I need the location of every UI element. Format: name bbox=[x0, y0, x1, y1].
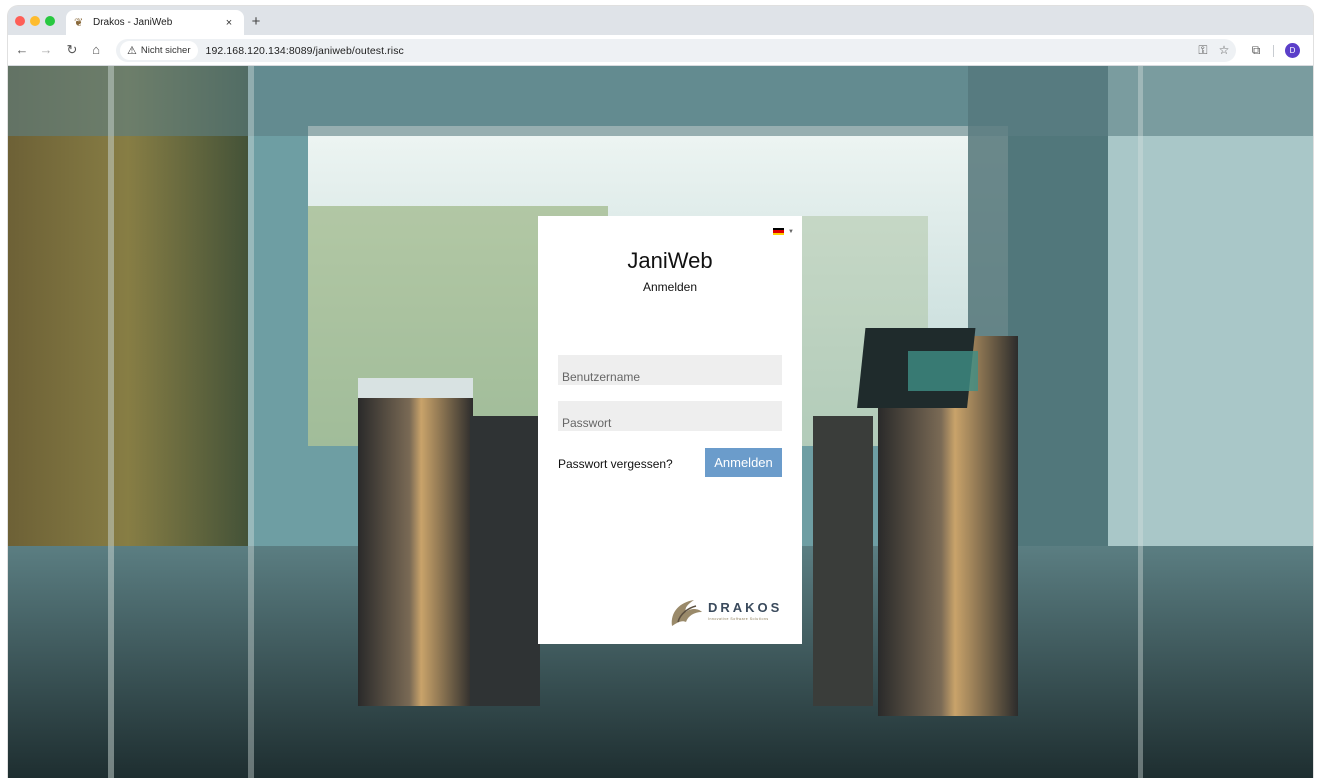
toolbar-divider bbox=[1273, 45, 1274, 57]
drakos-favicon-icon: ❦ bbox=[74, 16, 84, 29]
close-window-button[interactable] bbox=[15, 16, 25, 26]
security-chip[interactable]: ⚠ Nicht sicher bbox=[120, 41, 198, 60]
chevron-down-icon: ▼ bbox=[788, 228, 794, 235]
login-card: ▼ JaniWeb Anmelden Passwort vergessen? A… bbox=[538, 216, 802, 644]
tab-title: Drakos - JaniWeb bbox=[93, 17, 173, 28]
forward-icon[interactable]: → bbox=[38, 43, 54, 57]
browser-toolbar: ← → ↻ ⌂ ⚠ Nicht sicher 192.168.120.134:8… bbox=[8, 35, 1313, 66]
app-title: JaniWeb bbox=[627, 248, 713, 273]
drakos-logo: DRAKOS Innovative Software Solutions bbox=[666, 592, 794, 632]
brand-tagline: Innovative Software Solutions bbox=[708, 617, 769, 621]
password-field[interactable] bbox=[558, 401, 782, 431]
forgot-password-link[interactable]: Passwort vergessen? bbox=[558, 457, 673, 471]
login-button[interactable]: Anmelden bbox=[705, 448, 782, 477]
profile-avatar[interactable]: D bbox=[1285, 43, 1300, 58]
tab-close-icon[interactable]: × bbox=[222, 17, 236, 29]
home-icon[interactable]: ⌂ bbox=[88, 43, 104, 57]
key-icon[interactable]: ⚿ bbox=[1195, 43, 1211, 57]
username-field[interactable] bbox=[558, 355, 782, 385]
minimize-window-button[interactable] bbox=[30, 16, 40, 26]
brand-name: DRAKOS bbox=[708, 600, 783, 615]
browser-tab[interactable]: ❦ Drakos - JaniWeb × bbox=[66, 10, 244, 35]
security-label: Nicht sicher bbox=[140, 45, 191, 56]
language-selector[interactable]: ▼ bbox=[773, 228, 794, 235]
login-subtitle: Anmelden bbox=[642, 280, 698, 294]
browser-window: ❦ Drakos - JaniWeb × + ← → ↻ ⌂ ⚠ Nicht s… bbox=[8, 6, 1313, 778]
dragon-logo-icon bbox=[671, 600, 702, 626]
reload-icon[interactable]: ↻ bbox=[64, 43, 80, 57]
german-flag-icon bbox=[773, 228, 785, 235]
maximize-window-button[interactable] bbox=[45, 16, 55, 26]
warning-icon: ⚠ bbox=[127, 45, 137, 57]
new-tab-button[interactable]: + bbox=[248, 13, 264, 30]
back-icon[interactable]: ← bbox=[14, 43, 30, 57]
address-bar[interactable]: ⚠ Nicht sicher 192.168.120.134:8089/jani… bbox=[116, 39, 1236, 62]
tab-strip: ❦ Drakos - JaniWeb × + bbox=[8, 6, 1313, 35]
star-icon[interactable]: ☆ bbox=[1216, 43, 1232, 57]
page-viewport: ▼ JaniWeb Anmelden Passwort vergessen? A… bbox=[8, 66, 1313, 778]
extensions-icon[interactable]: ⧉ bbox=[1248, 43, 1264, 57]
url-text[interactable]: 192.168.120.134:8089/janiweb/outest.risc bbox=[206, 45, 404, 57]
